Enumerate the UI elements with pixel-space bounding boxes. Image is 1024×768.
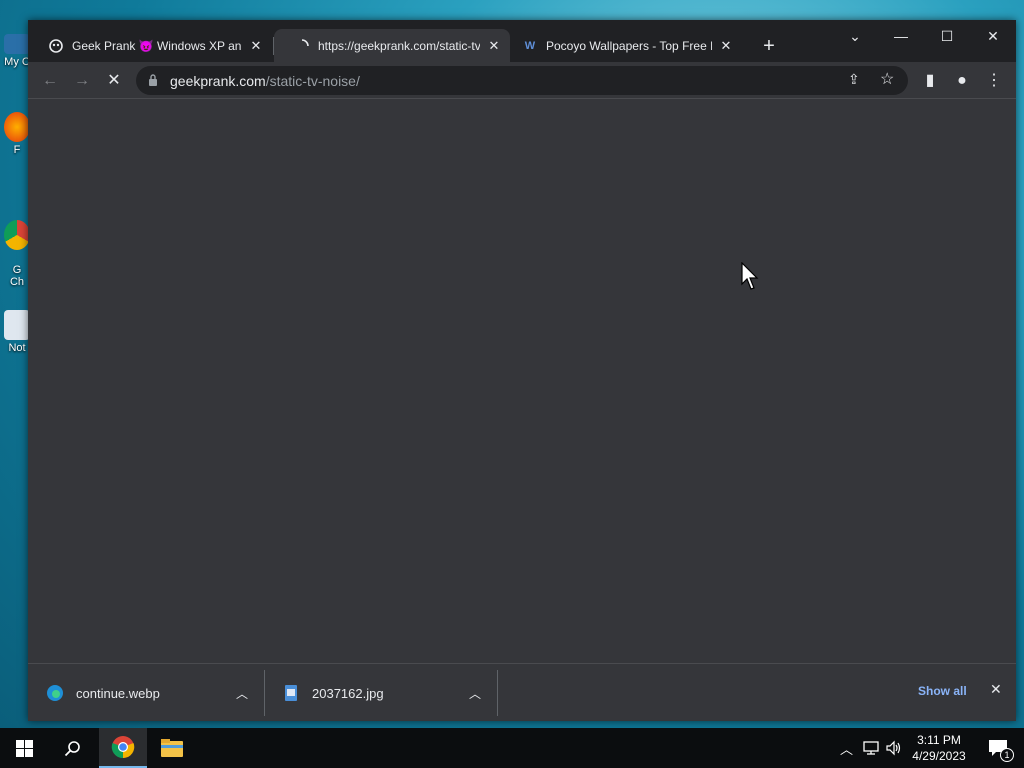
desktop-icon-label: G Ch [9, 264, 25, 288]
download-divider [497, 670, 498, 716]
download-item[interactable]: continue.webp ︿ [46, 672, 260, 714]
tab-search-button[interactable]: ⌄ [832, 20, 878, 52]
desktop-icon-label: F [13, 144, 21, 156]
forward-button[interactable]: → [68, 68, 96, 94]
minimize-button[interactable]: — [878, 20, 924, 52]
profile-button[interactable]: ● [948, 68, 976, 94]
url-text[interactable]: geekprank.com/static-tv-noise/ [170, 73, 360, 89]
bookmark-star-icon[interactable]: ☆ [880, 69, 894, 89]
desktop-icon-label: Not [8, 342, 26, 354]
chevron-up-icon[interactable]: ︿ [469, 685, 481, 702]
tab-strip: Geek Prank 😈 Windows XP and ✕ https://ge… [28, 20, 1016, 62]
tab-pocoyo-wallpapers[interactable]: W Pocoyo Wallpapers - Top Free Po ✕ [502, 29, 742, 62]
folder-icon [161, 739, 183, 757]
chrome-window: Geek Prank 😈 Windows XP and ✕ https://ge… [28, 20, 1016, 721]
notifications-button[interactable]: 1 [978, 728, 1018, 768]
tab-title: Pocoyo Wallpapers - Top Free Po [546, 38, 712, 53]
search-icon [64, 740, 80, 756]
taskbar-file-explorer[interactable] [148, 728, 196, 768]
close-tab-icon[interactable]: ✕ [248, 38, 264, 54]
download-filename: continue.webp [76, 685, 160, 701]
maximize-button[interactable]: ☐ [924, 20, 970, 52]
volume-icon[interactable] [886, 740, 902, 756]
back-button[interactable]: ← [36, 68, 64, 94]
windows-logo-icon [15, 739, 33, 757]
chevron-up-icon[interactable]: ︿ [840, 739, 853, 758]
address-bar[interactable]: geekprank.com/static-tv-noise/ ⇪ ☆ [136, 66, 908, 95]
image-file-icon [285, 685, 297, 701]
taskbar-chrome[interactable] [99, 728, 147, 768]
chrome-icon [4, 220, 30, 250]
mouse-cursor-icon [741, 262, 759, 290]
url-host: geekprank.com [170, 73, 266, 89]
page-content-area[interactable] [28, 100, 1016, 663]
search-button[interactable] [48, 728, 96, 768]
network-icon[interactable] [863, 740, 879, 756]
download-filename: 2037162.jpg [312, 685, 384, 701]
close-tab-icon[interactable]: ✕ [718, 38, 734, 54]
chrome-menu-button[interactable]: ⋮ [980, 68, 1008, 94]
tab-geek-prank[interactable]: Geek Prank 😈 Windows XP and ✕ [28, 29, 272, 62]
close-download-shelf-icon[interactable]: ✕ [990, 681, 1002, 698]
download-item[interactable]: 2037162.jpg ︿ [282, 672, 496, 714]
side-panel-button[interactable]: ▮ [916, 68, 944, 94]
show-all-downloads-link[interactable]: Show all [918, 684, 967, 698]
loading-icon [294, 38, 310, 54]
new-tab-button[interactable]: + [756, 34, 782, 60]
notification-count-badge: 1 [1000, 748, 1014, 762]
share-icon[interactable]: ⇪ [848, 71, 860, 88]
clock-time: 3:11 PM [917, 733, 961, 747]
lock-icon [149, 74, 157, 86]
desktop-icon-label: My C [4, 56, 30, 68]
tab-static-tv-noise[interactable]: https://geekprank.com/static-tv- ✕ [274, 29, 510, 62]
tab-title: Geek Prank 😈 Windows XP and [72, 38, 242, 53]
close-window-button[interactable]: ✕ [970, 20, 1016, 52]
chevron-up-icon[interactable]: ︿ [236, 685, 248, 702]
geekprank-icon [48, 38, 64, 54]
stop-loading-button[interactable]: ✕ [100, 68, 128, 94]
computer-icon [4, 34, 30, 54]
tab-title: https://geekprank.com/static-tv- [318, 38, 480, 53]
edge-icon [47, 685, 63, 701]
close-tab-icon[interactable]: ✕ [486, 38, 502, 54]
notepad-icon [4, 310, 30, 340]
wallpapers-icon: W [524, 39, 536, 52]
clock-date: 4/29/2023 [912, 749, 966, 763]
download-divider [264, 670, 265, 716]
start-button[interactable] [0, 728, 48, 768]
taskbar-clock[interactable]: 3:11 PM 4/29/2023 [905, 732, 973, 764]
url-path: /static-tv-noise/ [265, 73, 360, 89]
firefox-icon [4, 112, 30, 142]
windows-taskbar: ︿ 3:11 PM 4/29/2023 1 [0, 728, 1024, 768]
chrome-icon [111, 736, 135, 759]
download-shelf: continue.webp ︿ 2037162.jpg ︿ Show all ✕ [28, 663, 1016, 721]
browser-toolbar: ← → ✕ geekprank.com/static-tv-noise/ ⇪ ☆… [28, 62, 1016, 99]
